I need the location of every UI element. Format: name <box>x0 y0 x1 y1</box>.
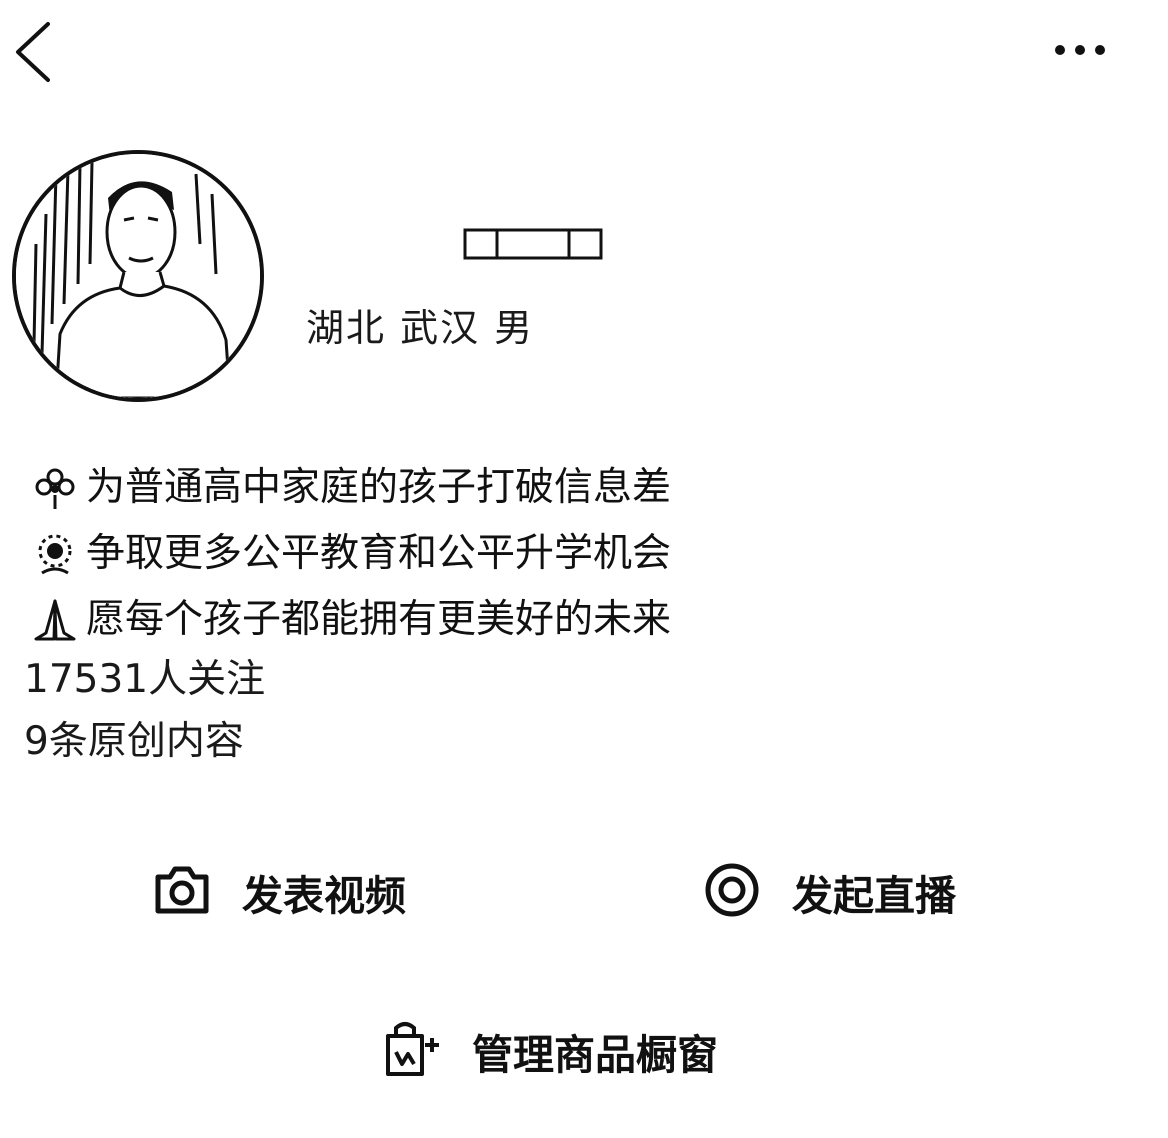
bio-section: 为普通高中家庭的孩子打破信息差 争取更多公平教育和公平升学机会 愿每个孩子都能拥… <box>24 455 804 777</box>
bio-line-text: 争取更多公平教育和公平升学机会 <box>86 531 672 576</box>
more-options-button[interactable] <box>1045 30 1115 70</box>
manage-shop-label: 管理商品橱窗 <box>472 1031 718 1079</box>
location-gender-text: 湖北 武汉 男 <box>306 306 535 350</box>
avatar[interactable] <box>12 150 264 402</box>
original-content-count[interactable]: 9条原创内容 <box>24 715 804 777</box>
back-button[interactable] <box>8 18 58 88</box>
bio-line-text: 愿每个孩子都能拥有更美好的未来 <box>86 597 672 642</box>
bio-line-text: 为普通高中家庭的孩子打破信息差 <box>86 465 672 510</box>
live-circle-icon <box>704 862 760 922</box>
sunflower-icon <box>24 527 86 581</box>
praying-hands-icon <box>24 593 86 647</box>
publish-video-button[interactable]: 发表视频 <box>154 862 406 922</box>
publish-video-label: 发表视频 <box>242 872 406 920</box>
start-live-button[interactable]: 发起直播 <box>704 862 956 922</box>
bio-line: 愿每个孩子都能拥有更美好的未来 <box>24 587 804 653</box>
more-dots-icon <box>1055 45 1105 55</box>
bio-line: 争取更多公平教育和公平升学机会 <box>24 521 804 587</box>
manage-shop-button[interactable]: 管理商品橱窗 <box>382 1018 718 1084</box>
start-live-label: 发起直播 <box>792 872 956 920</box>
followers-count[interactable]: 17531人关注 <box>24 653 804 715</box>
flower-icon <box>24 461 86 515</box>
shopping-bag-icon <box>382 1018 440 1084</box>
bio-line: 为普通高中家庭的孩子打破信息差 <box>24 455 804 521</box>
redacted-username <box>463 228 603 260</box>
chevron-left-icon <box>16 22 50 82</box>
camera-icon <box>154 865 210 919</box>
avatar-photo <box>16 154 260 398</box>
